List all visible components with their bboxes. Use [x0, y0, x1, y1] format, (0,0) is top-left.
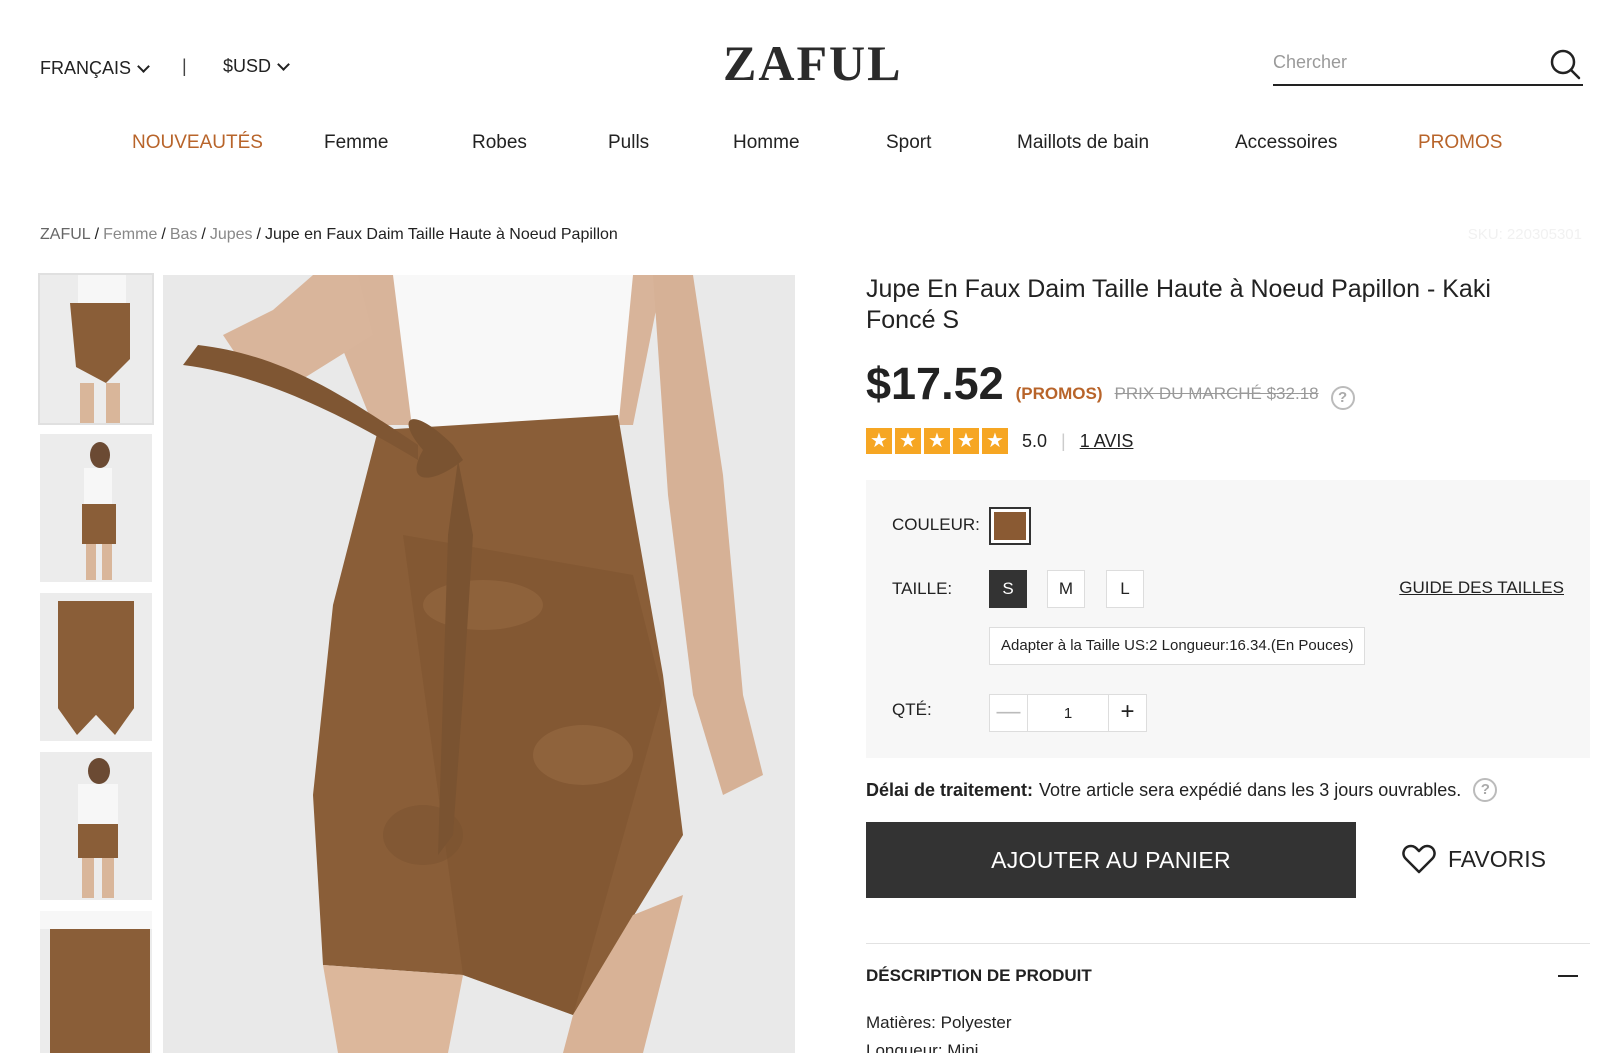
nav-item-homme[interactable]: Homme	[733, 132, 800, 154]
options-panel: COULEUR: TAILLE: S M L GUIDE DES TAILLES…	[866, 480, 1590, 758]
product-title: Jupe En Faux Daim Taille Haute à Noeud P…	[866, 275, 1491, 334]
size-option-m[interactable]: M	[1047, 570, 1085, 608]
star-icon: ★	[866, 428, 892, 454]
help-icon[interactable]: ?	[1473, 778, 1498, 802]
favorites-button[interactable]: FAVORIS	[1402, 844, 1546, 874]
delay-text: Votre article sera expédié dans les 3 jo…	[1039, 779, 1462, 800]
thumbnail-1[interactable]	[38, 273, 154, 425]
promo-label: (PROMOS)	[1015, 384, 1103, 403]
processing-delay: Délai de traitement: Votre article sera …	[866, 778, 1498, 802]
market-price: PRIX DU MARCHÉ $32.18	[1114, 384, 1319, 403]
nav-item-femme[interactable]: Femme	[324, 132, 388, 154]
qty-label: QTÉ:	[892, 700, 932, 719]
size-option-s[interactable]: S	[989, 570, 1027, 608]
nav-item-promos[interactable]: PROMOS	[1418, 132, 1502, 154]
description-line: Longueur: Mini	[866, 1041, 979, 1053]
qty-increase-button[interactable]: +	[1108, 695, 1146, 731]
thumbnail-3[interactable]	[40, 593, 152, 741]
nav-item-pulls[interactable]: Pulls	[608, 132, 649, 154]
breadcrumb-zaful[interactable]: ZAFUL	[40, 226, 91, 243]
chevron-down-icon	[277, 57, 290, 71]
collapse-icon[interactable]	[1558, 975, 1578, 977]
help-icon[interactable]: ?	[1330, 386, 1355, 410]
currency-selector[interactable]: $USD	[223, 56, 290, 77]
currency-label: $USD	[223, 56, 272, 76]
rating-stars: ★ ★ ★ ★ ★	[866, 428, 1008, 454]
search-icon[interactable]	[1549, 48, 1581, 80]
price-row: $17.52 (PROMOS) PRIX DU MARCHÉ $32.18 ?	[866, 358, 1355, 410]
rating-row: ★ ★ ★ ★ ★ 5.0 | 1 AVIS	[866, 428, 1133, 454]
language-label: FRANÇAIS	[40, 58, 132, 78]
star-icon: ★	[895, 428, 921, 454]
nav-item-accessoires[interactable]: Accessoires	[1235, 132, 1337, 154]
size-option-l[interactable]: L	[1106, 570, 1144, 608]
breadcrumb-jupes[interactable]: Jupes	[210, 226, 253, 243]
thumbnail-4[interactable]	[40, 752, 152, 900]
breadcrumb-femme[interactable]: Femme	[103, 226, 157, 243]
nav-item-nouveautes[interactable]: NOUVEAUTÉS	[132, 132, 263, 154]
breadcrumb-current: Jupe en Faux Daim Taille Haute à Noeud P…	[265, 226, 618, 243]
rating-score: 5.0	[1022, 430, 1048, 451]
delay-label: Délai de traitement:	[866, 779, 1034, 800]
search-input[interactable]	[1273, 44, 1523, 80]
chevron-down-icon	[137, 59, 150, 73]
thumbnail-2[interactable]	[40, 434, 152, 582]
search-box	[1273, 44, 1583, 86]
description-line: Matières: Polyester	[866, 1013, 1012, 1032]
main-nav: NOUVEAUTÉS Femme Robes Pulls Homme Sport…	[0, 132, 1600, 162]
size-guide-link[interactable]: GUIDE DES TAILLES	[1399, 578, 1564, 598]
product-price: $17.52	[866, 358, 1004, 409]
description-title[interactable]: DÉSCRIPTION DE PRODUIT	[866, 966, 1092, 986]
nav-item-maillots[interactable]: Maillots de bain	[1017, 132, 1149, 154]
size-label: TAILLE:	[892, 579, 953, 598]
favorites-label: FAVORIS	[1448, 845, 1546, 872]
header-separator: |	[182, 56, 187, 76]
size-info: Adapter à la Taille US:2 Longueur:16.34.…	[989, 627, 1366, 665]
reviews-link[interactable]: 1 AVIS	[1080, 431, 1134, 452]
add-to-cart-button[interactable]: AJOUTER AU PANIER	[866, 822, 1356, 898]
rating-separator: |	[1061, 430, 1066, 451]
language-selector[interactable]: FRANÇAIS	[40, 58, 150, 79]
breadcrumb-bas[interactable]: Bas	[170, 226, 198, 243]
qty-input[interactable]	[1028, 695, 1108, 731]
color-swatch[interactable]	[989, 507, 1031, 545]
star-icon: ★	[982, 428, 1008, 454]
color-label: COULEUR:	[892, 515, 980, 534]
nav-item-sport[interactable]: Sport	[886, 132, 931, 154]
qty-decrease-button[interactable]: —	[990, 695, 1028, 731]
quantity-stepper: — +	[989, 694, 1147, 732]
site-logo[interactable]: ZAFUL	[723, 34, 902, 92]
product-photo	[163, 275, 795, 1053]
heart-icon	[1402, 844, 1436, 874]
star-icon: ★	[953, 428, 979, 454]
thumbnail-list	[38, 273, 154, 1053]
header: FRANÇAIS | $USD ZAFUL	[0, 0, 1600, 120]
swatch-fill	[994, 512, 1026, 540]
product-main-image[interactable]	[163, 275, 795, 1053]
breadcrumb: ZAFUL / Femme / Bas / Jupes / Jupe en Faux Daim …	[40, 226, 618, 243]
nav-item-robes[interactable]: Robes	[472, 132, 527, 154]
thumbnail-5[interactable]	[40, 911, 152, 1053]
sku-label: SKU: 220305301	[1467, 226, 1582, 243]
star-icon: ★	[924, 428, 950, 454]
divider	[866, 943, 1590, 944]
